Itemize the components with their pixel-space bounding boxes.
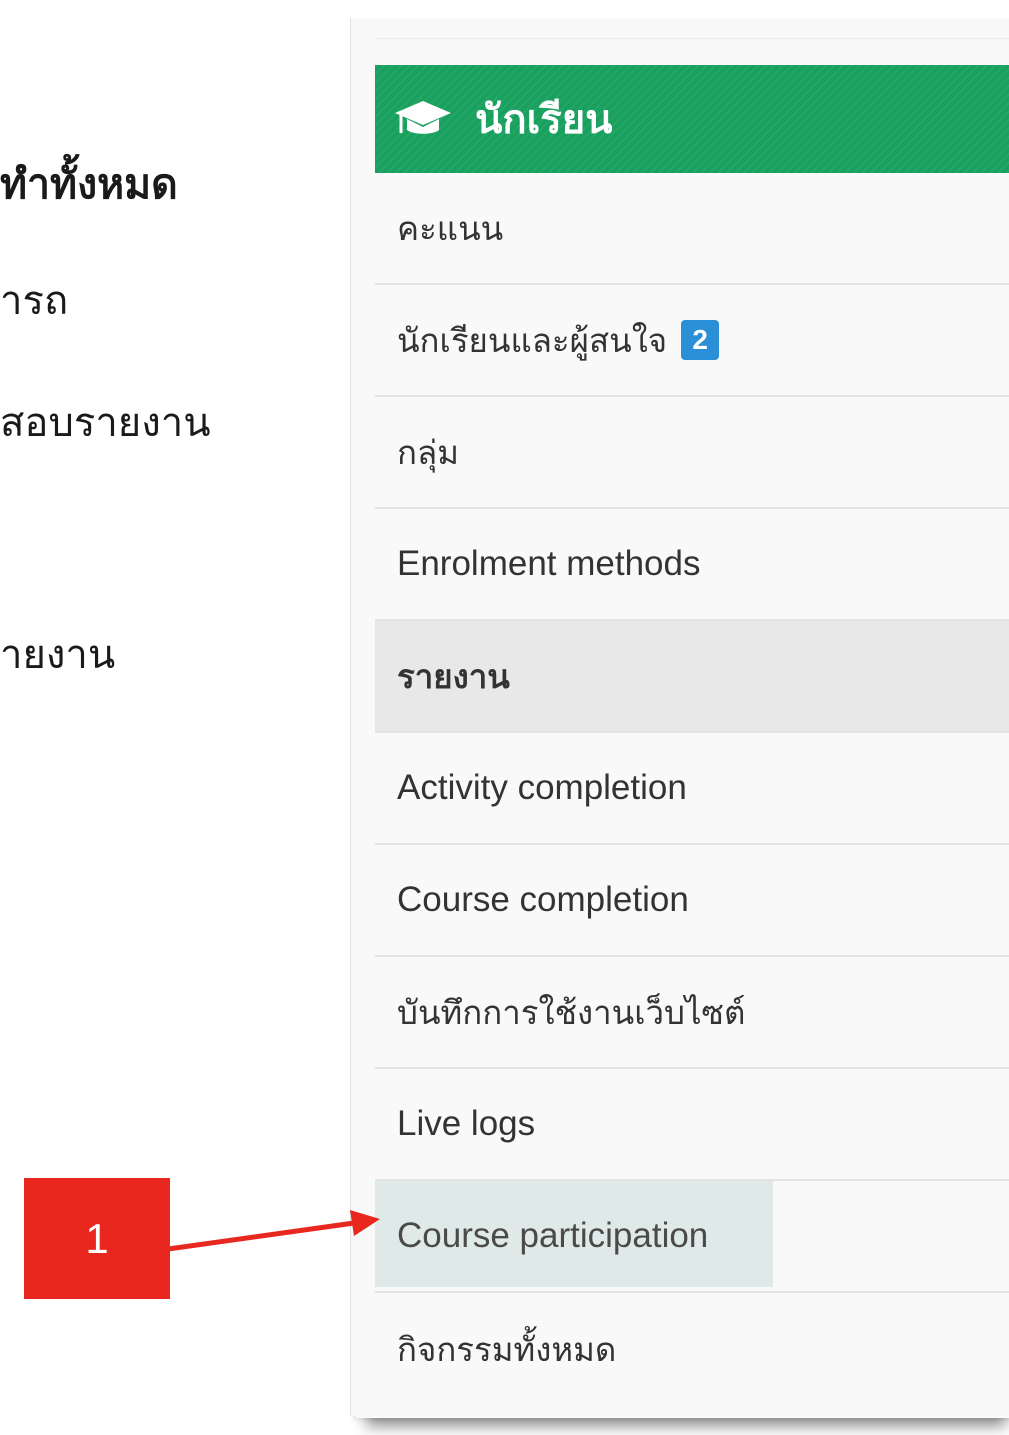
menu-item-label: Live logs — [397, 1104, 536, 1143]
menu-section-label: รายงาน — [397, 656, 510, 696]
callout-arrow-icon — [168, 1210, 380, 1252]
doc-heading-fragment: ี่ทำทั้งหมด — [0, 160, 178, 208]
menu-item-label: Activity completion — [397, 768, 687, 807]
menu-item-activity-completion[interactable]: Activity completion — [375, 733, 1009, 845]
menu-item-all-activities[interactable]: กิจกรรมทั้งหมด — [375, 1293, 1009, 1405]
menu-item-grades[interactable]: คะแนน — [375, 173, 1009, 285]
menu-item-enrolment-methods[interactable]: Enrolment methods — [375, 509, 1009, 621]
menu-item-label: Course completion — [397, 880, 689, 919]
callout-number-badge: 1 — [24, 1178, 170, 1299]
menu-item-participants[interactable]: นักเรียนและผู้สนใจ 2 — [375, 285, 1009, 397]
doc-text-fragment: สอบรายงาน — [0, 400, 211, 446]
menu-item-label: กิจกรรมทั้งหมด — [397, 1329, 617, 1369]
menu-item-label: Enrolment methods — [397, 544, 701, 583]
menu-section-reports[interactable]: รายงาน — [375, 621, 1009, 733]
menu-item-label: Course participation — [397, 1216, 709, 1255]
course-admin-panel: นักเรียน คะแนน นักเรียนและผู้สนใจ 2 กลุ่… — [350, 18, 1009, 1416]
menu-item-course-completion[interactable]: Course completion — [375, 845, 1009, 957]
menu-item-label: บันทึกการใช้งานเว็บไซต์ — [397, 992, 746, 1032]
menu-item-label: นักเรียนและผู้สนใจ — [397, 320, 668, 360]
doc-text-fragment: ายงาน — [0, 632, 116, 678]
divider — [375, 38, 1009, 39]
panel-header[interactable]: นักเรียน — [375, 65, 1009, 173]
callout-number: 1 — [85, 1214, 109, 1262]
count-badge: 2 — [681, 320, 720, 360]
menu-item-label: คะแนน — [397, 208, 504, 248]
graduation-cap-icon — [393, 97, 453, 141]
menu-item-course-participation[interactable]: Course participation — [375, 1181, 1009, 1293]
panel-title: นักเรียน — [475, 97, 613, 143]
panel-menu: คะแนน นักเรียนและผู้สนใจ 2 กลุ่ม Enrolme… — [375, 173, 1009, 1405]
menu-item-live-logs[interactable]: Live logs — [375, 1069, 1009, 1181]
doc-text-fragment: ารถ — [0, 278, 69, 324]
menu-item-label: กลุ่ม — [397, 432, 459, 472]
menu-item-site-logs[interactable]: บันทึกการใช้งานเว็บไซต์ — [375, 957, 1009, 1069]
menu-item-groups[interactable]: กลุ่ม — [375, 397, 1009, 509]
